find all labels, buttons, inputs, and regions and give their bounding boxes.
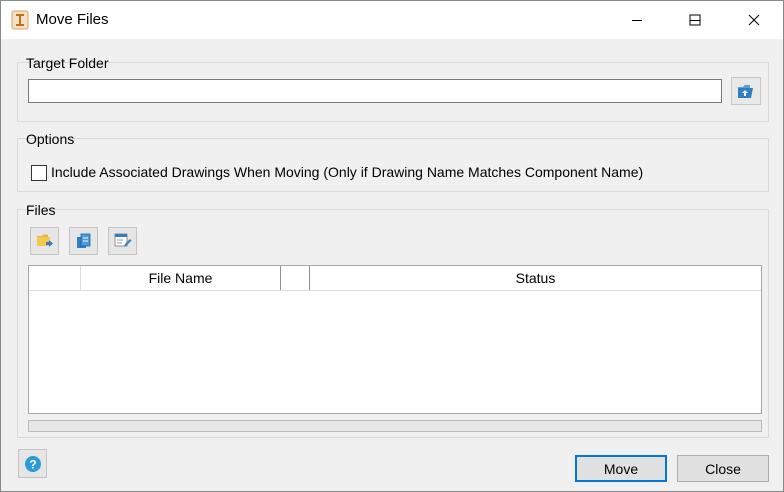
- help-button[interactable]: ?: [18, 449, 47, 478]
- progress-bar: [28, 420, 762, 432]
- app-icon: [11, 10, 29, 30]
- open-folder-icon: [738, 85, 753, 98]
- column-header-index[interactable]: [29, 266, 80, 290]
- move-files-dialog: Move Files Target Folder Options Include…: [0, 0, 784, 492]
- add-files-icon: [36, 234, 53, 247]
- files-grid[interactable]: File Name Status: [28, 265, 762, 414]
- browse-folder-button[interactable]: [731, 77, 761, 105]
- include-drawings-label[interactable]: Include Associated Drawings When Moving …: [51, 164, 643, 180]
- column-header-file-name[interactable]: File Name: [81, 266, 280, 290]
- target-folder-input[interactable]: [28, 79, 722, 103]
- include-drawings-checkbox[interactable]: [31, 165, 47, 181]
- target-folder-label: Target Folder: [26, 55, 109, 71]
- options-label: Options: [26, 131, 75, 147]
- maximize-icon: [689, 14, 701, 26]
- move-button[interactable]: Move: [575, 455, 667, 482]
- close-window-button[interactable]: [725, 1, 783, 39]
- files-label: Files: [26, 202, 56, 218]
- column-header-status[interactable]: Status: [310, 266, 761, 290]
- svg-text:?: ?: [29, 457, 36, 471]
- edit-list-button[interactable]: [108, 227, 137, 255]
- maximize-button[interactable]: [666, 1, 724, 39]
- add-files-button[interactable]: [30, 227, 59, 255]
- edit-list-icon: [114, 233, 131, 247]
- close-icon: [748, 14, 760, 26]
- minimize-glyph-icon: [632, 20, 642, 21]
- minimize-button-area[interactable]: [608, 1, 666, 39]
- help-icon: ?: [24, 455, 41, 472]
- grid-header: File Name Status: [29, 266, 761, 291]
- column-header-icon[interactable]: [281, 266, 309, 290]
- window-title: Move Files: [36, 11, 109, 28]
- add-from-clipboard-button[interactable]: [69, 227, 98, 255]
- close-button[interactable]: Close: [677, 455, 769, 482]
- add-from-clipboard-icon: [76, 233, 90, 248]
